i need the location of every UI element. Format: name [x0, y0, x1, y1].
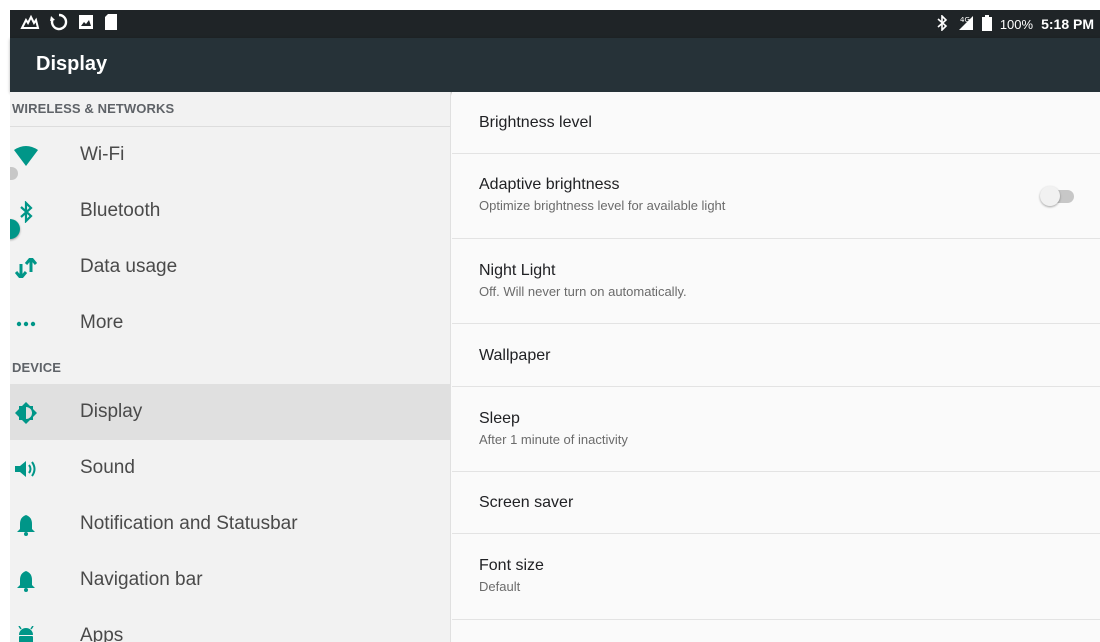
toggle-track	[10, 167, 18, 180]
pref-title: Adaptive brightness	[479, 176, 620, 193]
sidebar-item-bluetooth[interactable]: Bluetooth	[10, 183, 450, 239]
sidebar-item-navigation-bar[interactable]: Navigation bar	[10, 552, 450, 608]
status-bar-system-icons: 4G 100% 5:18 PM	[936, 10, 1094, 38]
notification-bell-icon	[14, 514, 38, 536]
category-wireless-networks: WIRELESS & NETWORKS	[10, 92, 450, 127]
pref-title: Sleep	[479, 410, 520, 427]
sidebar-item-label: Sound	[80, 457, 135, 478]
sidebar-item-more[interactable]: More	[10, 295, 450, 351]
pref-night-light[interactable]: Night Light Off. Will never turn on auto…	[452, 239, 1100, 324]
notification-cat-icon	[20, 14, 40, 35]
pref-wallpaper[interactable]: Wallpaper	[452, 324, 1100, 387]
pref-summary: After 1 minute of inactivity	[479, 432, 628, 447]
app-bar: Display	[10, 38, 1100, 92]
sd-card-icon	[104, 13, 118, 35]
sidebar-item-label: Data usage	[80, 256, 178, 277]
pref-summary: Off. Will never turn on automatically.	[479, 284, 687, 299]
sidebar-item-label: Display	[80, 401, 143, 422]
pref-screen-saver[interactable]: Screen saver	[452, 472, 1100, 534]
pref-summary: Optimize brightness level for available …	[479, 198, 726, 213]
category-device: DEVICE	[12, 360, 62, 375]
toggle-thumb	[1040, 186, 1060, 206]
status-bar: 4G 100% 5:18 PM	[10, 10, 1100, 38]
pref-summary: Default	[479, 579, 521, 594]
data-usage-icon	[14, 257, 38, 279]
sidebar-item-apps[interactable]: Apps	[10, 608, 450, 642]
network-type-label: 4G	[960, 16, 970, 24]
sound-icon	[14, 458, 38, 480]
pref-adaptive-brightness[interactable]: Adaptive brightness Optimize brightness …	[452, 154, 1100, 239]
signal-icon: 4G	[956, 15, 974, 34]
screenshot-border-top	[0, 0, 1100, 10]
image-icon	[78, 14, 94, 35]
settings-sidebar: WIRELESS & NETWORKS Wi-Fi Bluetooth Data…	[10, 92, 451, 642]
sidebar-item-label: Bluetooth	[80, 200, 161, 221]
wifi-toggle[interactable]	[10, 163, 20, 183]
screenshot-border-left	[0, 0, 10, 642]
sidebar-item-label: Navigation bar	[80, 569, 203, 590]
sync-icon	[50, 13, 68, 36]
display-settings-panel: Brightness level Adaptive brightness Opt…	[452, 92, 1100, 642]
sidebar-item-display[interactable]: Display	[10, 384, 450, 440]
android-icon	[14, 626, 38, 642]
sidebar-item-data-usage[interactable]: Data usage	[10, 239, 450, 295]
pref-brightness-level[interactable]: Brightness level	[452, 92, 1100, 154]
sidebar-item-label: Wi-Fi	[80, 144, 125, 165]
sidebar-item-label: Notification and Statusbar	[80, 513, 298, 534]
page-title: Display	[36, 53, 108, 75]
bluetooth-status-icon	[936, 13, 948, 34]
battery-percentage: 100%	[999, 16, 1034, 32]
sidebar-item-label: Apps	[80, 625, 124, 642]
toggle-thumb	[10, 219, 20, 239]
battery-icon	[981, 14, 992, 34]
pref-title: Brightness level	[479, 114, 592, 131]
adaptive-brightness-toggle[interactable]	[1040, 186, 1076, 206]
more-icon	[14, 313, 38, 335]
pref-title: Font size	[479, 557, 544, 574]
pref-font-size[interactable]: Font size Default	[452, 534, 1100, 620]
sidebar-item-sound[interactable]: Sound	[10, 440, 450, 496]
navigation-bell-icon	[14, 570, 38, 592]
sidebar-item-wifi[interactable]: Wi-Fi	[10, 127, 450, 183]
display-icon	[14, 402, 38, 424]
pref-title: Screen saver	[479, 494, 574, 511]
clock: 5:18 PM	[1041, 16, 1094, 32]
sidebar-item-label: More	[80, 312, 124, 333]
bluetooth-toggle[interactable]	[10, 219, 20, 239]
pref-title: Night Light	[479, 262, 556, 279]
pref-sleep[interactable]: Sleep After 1 minute of inactivity	[452, 387, 1100, 472]
status-bar-notification-icons	[20, 13, 118, 36]
pref-title: Wallpaper	[479, 347, 551, 364]
sidebar-item-notification-statusbar[interactable]: Notification and Statusbar	[10, 496, 450, 552]
